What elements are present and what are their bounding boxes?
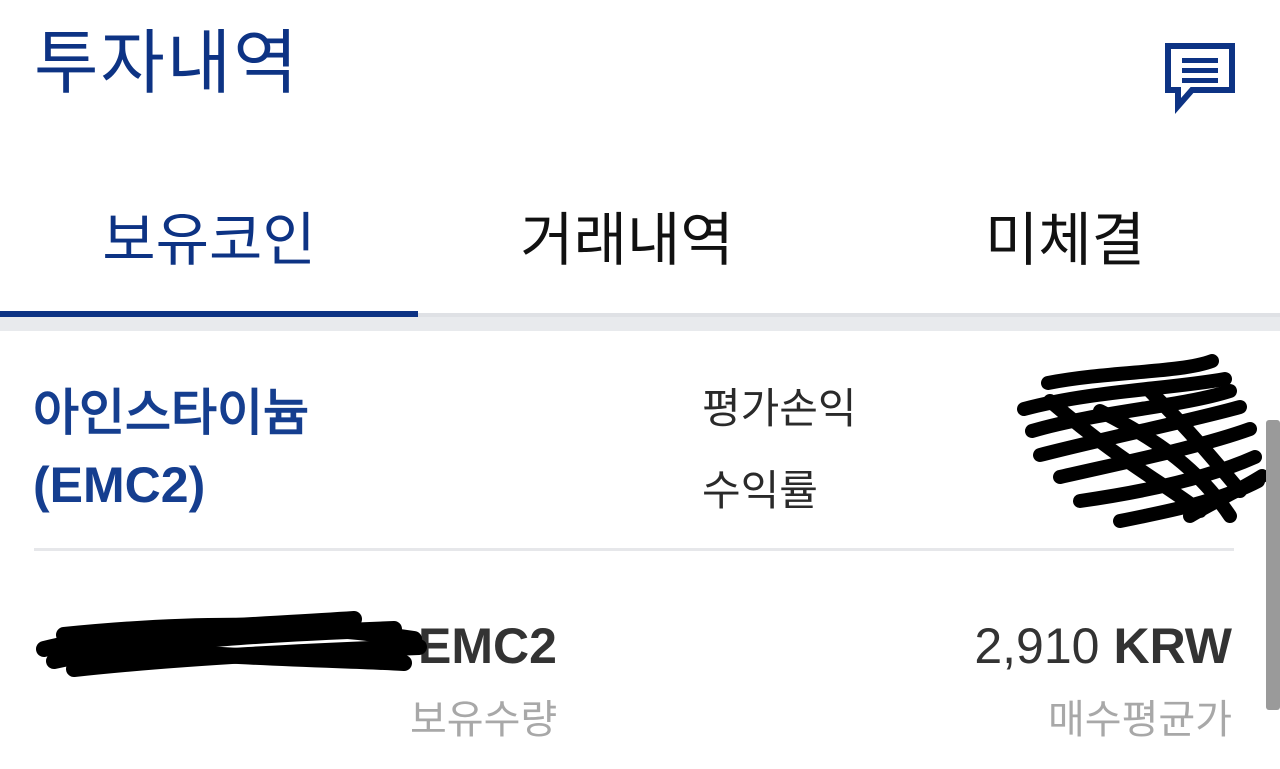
average-buy-price-label: 매수평균가 xyxy=(1048,697,1232,743)
coin-name: 아인스타이늄 (EMC2) xyxy=(33,377,309,521)
pnl-roi-values xyxy=(1000,351,1270,531)
holding-unit: EMC2 xyxy=(418,618,557,674)
holding-quantity-label: 보유수량 xyxy=(410,697,558,743)
average-buy-price-currency: KRW xyxy=(1113,618,1232,674)
page-title: 투자내역 xyxy=(34,22,300,104)
tab-transactions[interactable]: 거래내역 xyxy=(418,185,836,311)
chat-icon xyxy=(1165,43,1235,114)
average-buy-price: 2,910 KRW xyxy=(974,617,1232,675)
section-separator xyxy=(0,317,1280,331)
redaction-scribble xyxy=(1017,354,1269,528)
coin-card[interactable]: 아인스타이늄 (EMC2) 평가손익 수익률 EMC2 보유수량 2,910 K… xyxy=(0,331,1280,769)
redaction-scribble xyxy=(36,611,427,677)
tab-bar: 보유코인 거래내역 미체결 xyxy=(0,185,1280,317)
pnl-label: 평가손익 xyxy=(702,384,857,433)
roi-label: 수익률 xyxy=(702,466,818,515)
tab-holdings[interactable]: 보유코인 xyxy=(0,185,418,311)
chat-button[interactable] xyxy=(1162,38,1240,114)
card-divider xyxy=(34,548,1234,551)
page-header: 투자내역 xyxy=(0,0,1280,150)
scrollbar[interactable] xyxy=(1266,420,1280,710)
coin-name-korean: 아인스타이늄 xyxy=(33,385,309,441)
average-buy-price-value: 2,910 xyxy=(974,618,1100,674)
tab-unfilled[interactable]: 미체결 xyxy=(856,185,1274,311)
coin-ticker: (EMC2) xyxy=(33,457,206,513)
